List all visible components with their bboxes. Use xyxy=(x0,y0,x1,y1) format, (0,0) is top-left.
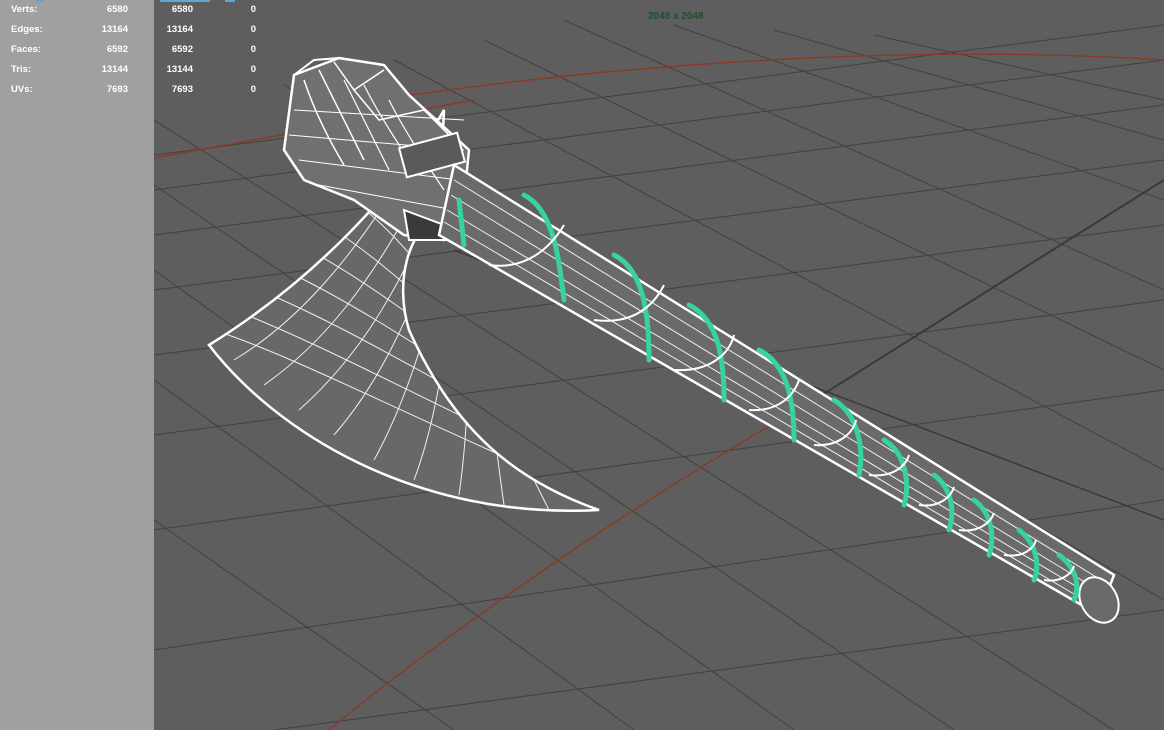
hud-total-value: 13144 xyxy=(101,64,128,75)
hud-row-faces: Faces: 6592 6592 0 xyxy=(0,40,270,60)
axe-wireframe-model[interactable] xyxy=(207,56,1127,630)
hud-selected-value: 6580 xyxy=(171,4,193,15)
hud-selected-value: 13164 xyxy=(166,24,193,35)
viewport-canvas[interactable] xyxy=(154,0,1164,730)
side-panel xyxy=(0,0,154,730)
hud-count-value: 0 xyxy=(250,64,256,75)
hud-row-verts: Verts: 6580 6580 0 xyxy=(0,0,270,20)
hud-total-value: 6580 xyxy=(106,4,128,15)
hud-selected-value: 7693 xyxy=(171,84,193,95)
top-toolbar-strip xyxy=(0,0,1164,2)
hud-row-uvs: UVs: 7693 7693 0 xyxy=(0,80,270,100)
hud-label: Verts: xyxy=(11,4,38,15)
hud-label: Edges: xyxy=(11,24,43,35)
hud-count-value: 0 xyxy=(250,84,256,95)
hud-count-value: 0 xyxy=(250,4,256,15)
hud-label: UVs: xyxy=(11,84,33,95)
hud-label: Faces: xyxy=(11,44,42,55)
toolbar-tick xyxy=(36,0,44,2)
hud-total-value: 6592 xyxy=(106,44,128,55)
poly-count-hud: Verts: 6580 6580 0 Edges: 13164 13164 0 … xyxy=(0,0,270,100)
hud-row-tris: Tris: 13144 13144 0 xyxy=(0,60,270,80)
resolution-gate-label: 2048 x 2048 xyxy=(648,11,704,22)
hud-label: Tris: xyxy=(11,64,32,75)
hud-count-value: 0 xyxy=(250,44,256,55)
hud-total-value: 13164 xyxy=(101,24,128,35)
toolbar-tick xyxy=(160,0,210,2)
hud-selected-value: 13144 xyxy=(166,64,193,75)
3d-viewport[interactable] xyxy=(154,0,1164,730)
hud-count-value: 0 xyxy=(250,24,256,35)
hud-row-edges: Edges: 13164 13164 0 xyxy=(0,20,270,40)
hud-total-value: 7693 xyxy=(106,84,128,95)
toolbar-tick xyxy=(225,0,235,2)
hud-selected-value: 6592 xyxy=(171,44,193,55)
axe-handle[interactable] xyxy=(437,163,1127,630)
